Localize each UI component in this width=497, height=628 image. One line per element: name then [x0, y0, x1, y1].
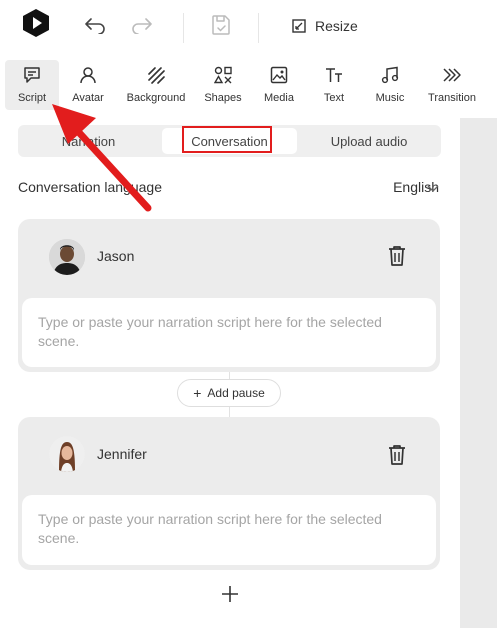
tool-label: Media [264, 92, 294, 104]
redo-icon[interactable] [129, 12, 155, 38]
resize-button[interactable]: Resize [292, 14, 358, 38]
speaker-card: Jason Type or paste your narration scrip… [18, 219, 440, 372]
chevron-down-icon[interactable] [427, 183, 439, 193]
trash-icon[interactable] [387, 245, 407, 267]
tool-transition[interactable]: Transition [424, 60, 480, 110]
tab-narration[interactable]: Narration [18, 125, 159, 157]
toolbar-divider [183, 13, 184, 43]
add-speaker-icon[interactable] [220, 584, 240, 604]
tool-shapes[interactable]: Shapes [200, 60, 246, 110]
preview-panel [460, 118, 497, 628]
save-icon[interactable] [209, 12, 233, 38]
trash-icon[interactable] [387, 444, 407, 466]
script-placeholder: Type or paste your narration script here… [38, 314, 382, 349]
highlight-box [182, 126, 272, 153]
tool-label: Background [126, 92, 186, 104]
avatar-icon [79, 64, 97, 86]
avatar [49, 436, 85, 472]
tool-background[interactable]: Background [122, 60, 190, 110]
speaker-name: Jason [97, 248, 135, 264]
text-icon [325, 64, 343, 86]
tool-script[interactable]: Script [5, 60, 59, 110]
plus-icon: + [193, 385, 202, 401]
script-placeholder: Type or paste your narration script here… [38, 511, 382, 546]
music-icon [381, 64, 399, 86]
transition-icon [442, 64, 462, 86]
speaker-name: Jennifer [97, 446, 147, 462]
add-pause-button[interactable]: + Add pause [177, 379, 281, 407]
undo-icon[interactable] [82, 12, 108, 38]
tool-label: Transition [428, 92, 476, 104]
conversation-language-label: Conversation language [18, 179, 162, 195]
background-icon [147, 64, 165, 86]
tool-label: Text [323, 92, 345, 104]
tool-music[interactable]: Music [370, 60, 410, 110]
script-textarea[interactable]: Type or paste your narration script here… [22, 298, 436, 367]
tool-avatar[interactable]: Avatar [66, 60, 110, 110]
tool-media[interactable]: Media [258, 60, 300, 110]
resize-label: Resize [315, 18, 358, 34]
media-icon [270, 64, 288, 86]
tool-label: Music [375, 92, 405, 104]
add-pause-label: Add pause [207, 386, 265, 400]
resize-icon [292, 19, 306, 33]
tool-label: Avatar [72, 92, 104, 104]
script-icon [23, 64, 41, 86]
tab-label: Upload audio [330, 133, 408, 149]
tool-text[interactable]: Text [314, 60, 354, 110]
toolbar-divider [258, 13, 259, 43]
script-textarea[interactable]: Type or paste your narration script here… [22, 495, 436, 565]
tab-label: Narration [61, 133, 116, 149]
tab-upload-audio[interactable]: Upload audio [300, 125, 438, 157]
speaker-card: Jennifer Type or paste your narration sc… [18, 417, 440, 570]
app-logo [23, 9, 49, 37]
tool-label: Script [17, 92, 47, 104]
avatar [49, 239, 85, 275]
tool-label: Shapes [204, 92, 242, 104]
shapes-icon [214, 64, 232, 86]
